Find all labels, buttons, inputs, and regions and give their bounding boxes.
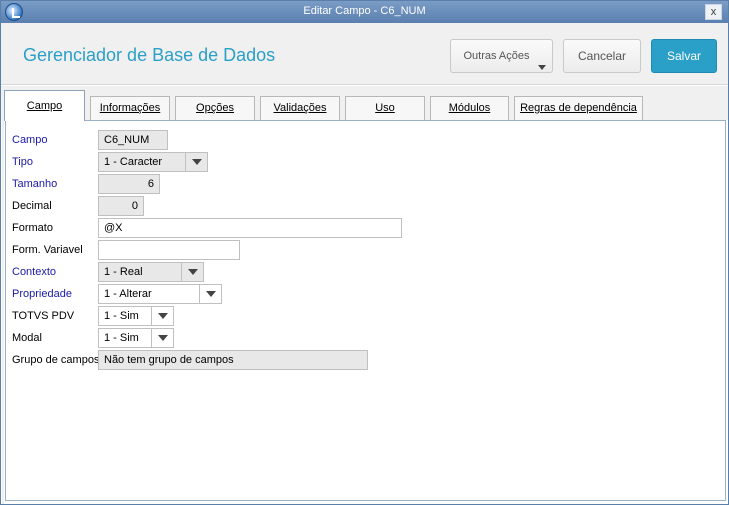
decimal-label: Decimal [12,200,52,212]
tab-regras-dependencia[interactable]: Regras de dependência [514,96,643,120]
tipo-select[interactable]: 1 - Caracter [98,152,208,172]
contexto-label: Contexto [12,266,57,278]
chevron-down-icon[interactable] [185,153,207,171]
tamanho-field[interactable]: 6 [98,174,160,194]
page-title: Gerenciador de Base de Dados [23,45,276,65]
totvs-pdv-select[interactable]: 1 - Sim [98,306,174,326]
tab-bar: Campo Informações Opções Validações Uso … [1,86,728,121]
campo-label: Campo [12,134,48,146]
chevron-down-icon[interactable] [181,263,203,281]
contexto-select[interactable]: 1 - Real [98,262,204,282]
title-bar: Editar Campo - C6_NUM x [1,1,728,23]
more-actions-button[interactable]: Outras Ações [450,39,553,73]
more-actions-label: Outras Ações [463,50,530,62]
tamanho-label: Tamanho [12,178,58,190]
contexto-value: 1 - Real [104,266,143,278]
chevron-down-icon[interactable] [151,307,173,325]
propriedade-label: Propriedade [12,288,72,300]
modal-label: Modal [12,332,42,344]
grupo-campos-label: Grupo de campos [12,354,100,366]
totvs-pdv-label: TOTVS PDV [12,310,75,322]
chevron-down-icon [538,65,546,70]
campo-field[interactable]: C6_NUM [98,130,168,150]
tab-uso[interactable]: Uso [345,96,425,120]
propriedade-value: 1 - Alterar [104,288,152,300]
modal-value: 1 - Sim [104,332,139,344]
propriedade-select[interactable]: 1 - Alterar [98,284,222,304]
chevron-down-icon[interactable] [199,285,221,303]
tab-modulos[interactable]: Módulos [430,96,509,120]
save-button[interactable]: Salvar [651,39,717,73]
tipo-label: Tipo [12,156,33,168]
chevron-down-icon[interactable] [151,329,173,347]
tab-informacoes[interactable]: Informações [90,96,170,120]
modal-select[interactable]: 1 - Sim [98,328,174,348]
formato-field[interactable]: @X [98,218,402,238]
close-icon[interactable]: x [705,4,722,20]
form-variavel-label: Form. Variavel [12,244,83,256]
edit-field-window: Editar Campo - C6_NUM x Gerenciador de B… [0,0,729,505]
grupo-campos-field[interactable]: Não tem grupo de campos [98,350,368,370]
cancel-button[interactable]: Cancelar [563,39,641,73]
form-variavel-field[interactable] [98,240,240,260]
tab-opcoes[interactable]: Opções [175,96,255,120]
decimal-field[interactable]: 0 [98,196,144,216]
formato-label: Formato [12,222,53,234]
window-title: Editar Campo - C6_NUM [303,5,426,17]
tab-campo[interactable]: Campo [4,90,85,121]
page-header: Gerenciador de Base de Dados Outras Açõe… [1,23,728,85]
tipo-value: 1 - Caracter [104,156,163,168]
panel-left-edge [2,120,4,504]
form-panel: Campo C6_NUM Tipo 1 - Caracter Tamanho 6… [5,120,726,501]
tab-validacoes[interactable]: Validações [260,96,340,120]
totvs-pdv-value: 1 - Sim [104,310,139,322]
